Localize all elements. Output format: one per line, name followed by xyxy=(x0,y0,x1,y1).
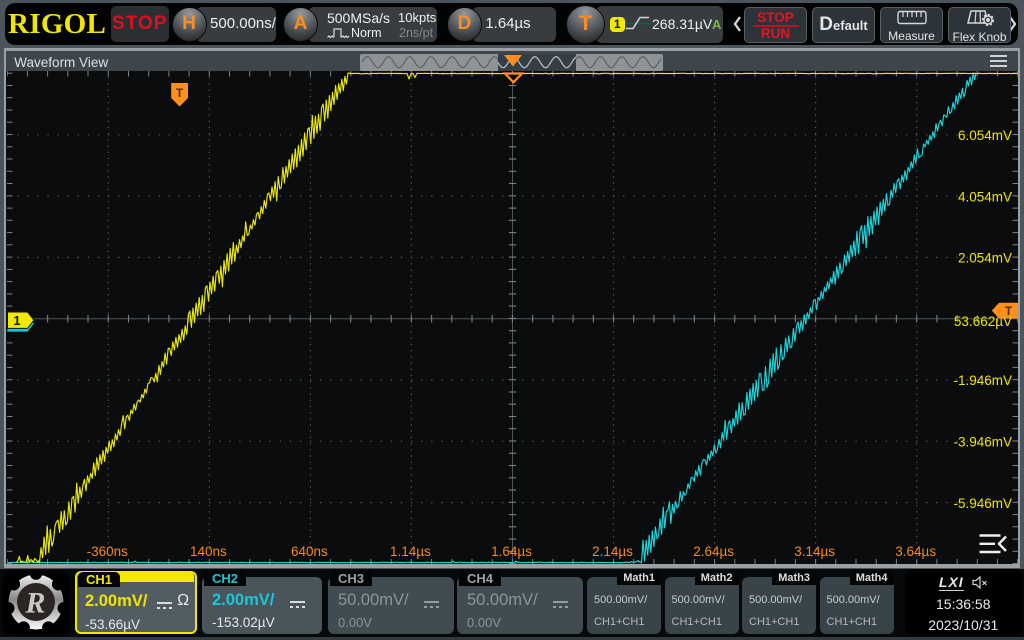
svg-text:-3.946mV: -3.946mV xyxy=(953,434,1012,449)
svg-text:-5.946mV: -5.946mV xyxy=(953,495,1012,510)
svg-text:6.054mV: 6.054mV xyxy=(957,128,1011,143)
svg-text:2.054mV: 2.054mV xyxy=(957,250,1011,265)
svg-text:53.662µV: 53.662µV xyxy=(953,313,1011,328)
svg-text:3.14µs: 3.14µs xyxy=(794,544,835,559)
svg-text:2.14µs: 2.14µs xyxy=(592,544,633,559)
svg-text:1.64µs: 1.64µs xyxy=(491,544,532,559)
svg-text:3.64µs: 3.64µs xyxy=(895,544,936,559)
svg-text:1.14µs: 1.14µs xyxy=(389,544,430,559)
svg-text:4.054mV: 4.054mV xyxy=(957,189,1011,204)
svg-text:-360ns: -360ns xyxy=(86,544,128,559)
svg-text:140ns: 140ns xyxy=(190,544,227,559)
svg-text:R: R xyxy=(24,586,45,619)
svg-text:2.64µs: 2.64µs xyxy=(693,544,734,559)
svg-text:640ns: 640ns xyxy=(291,544,328,559)
svg-text:1: 1 xyxy=(13,313,20,328)
svg-text:T: T xyxy=(175,86,183,100)
svg-text:-1.946mV: -1.946mV xyxy=(953,373,1012,388)
